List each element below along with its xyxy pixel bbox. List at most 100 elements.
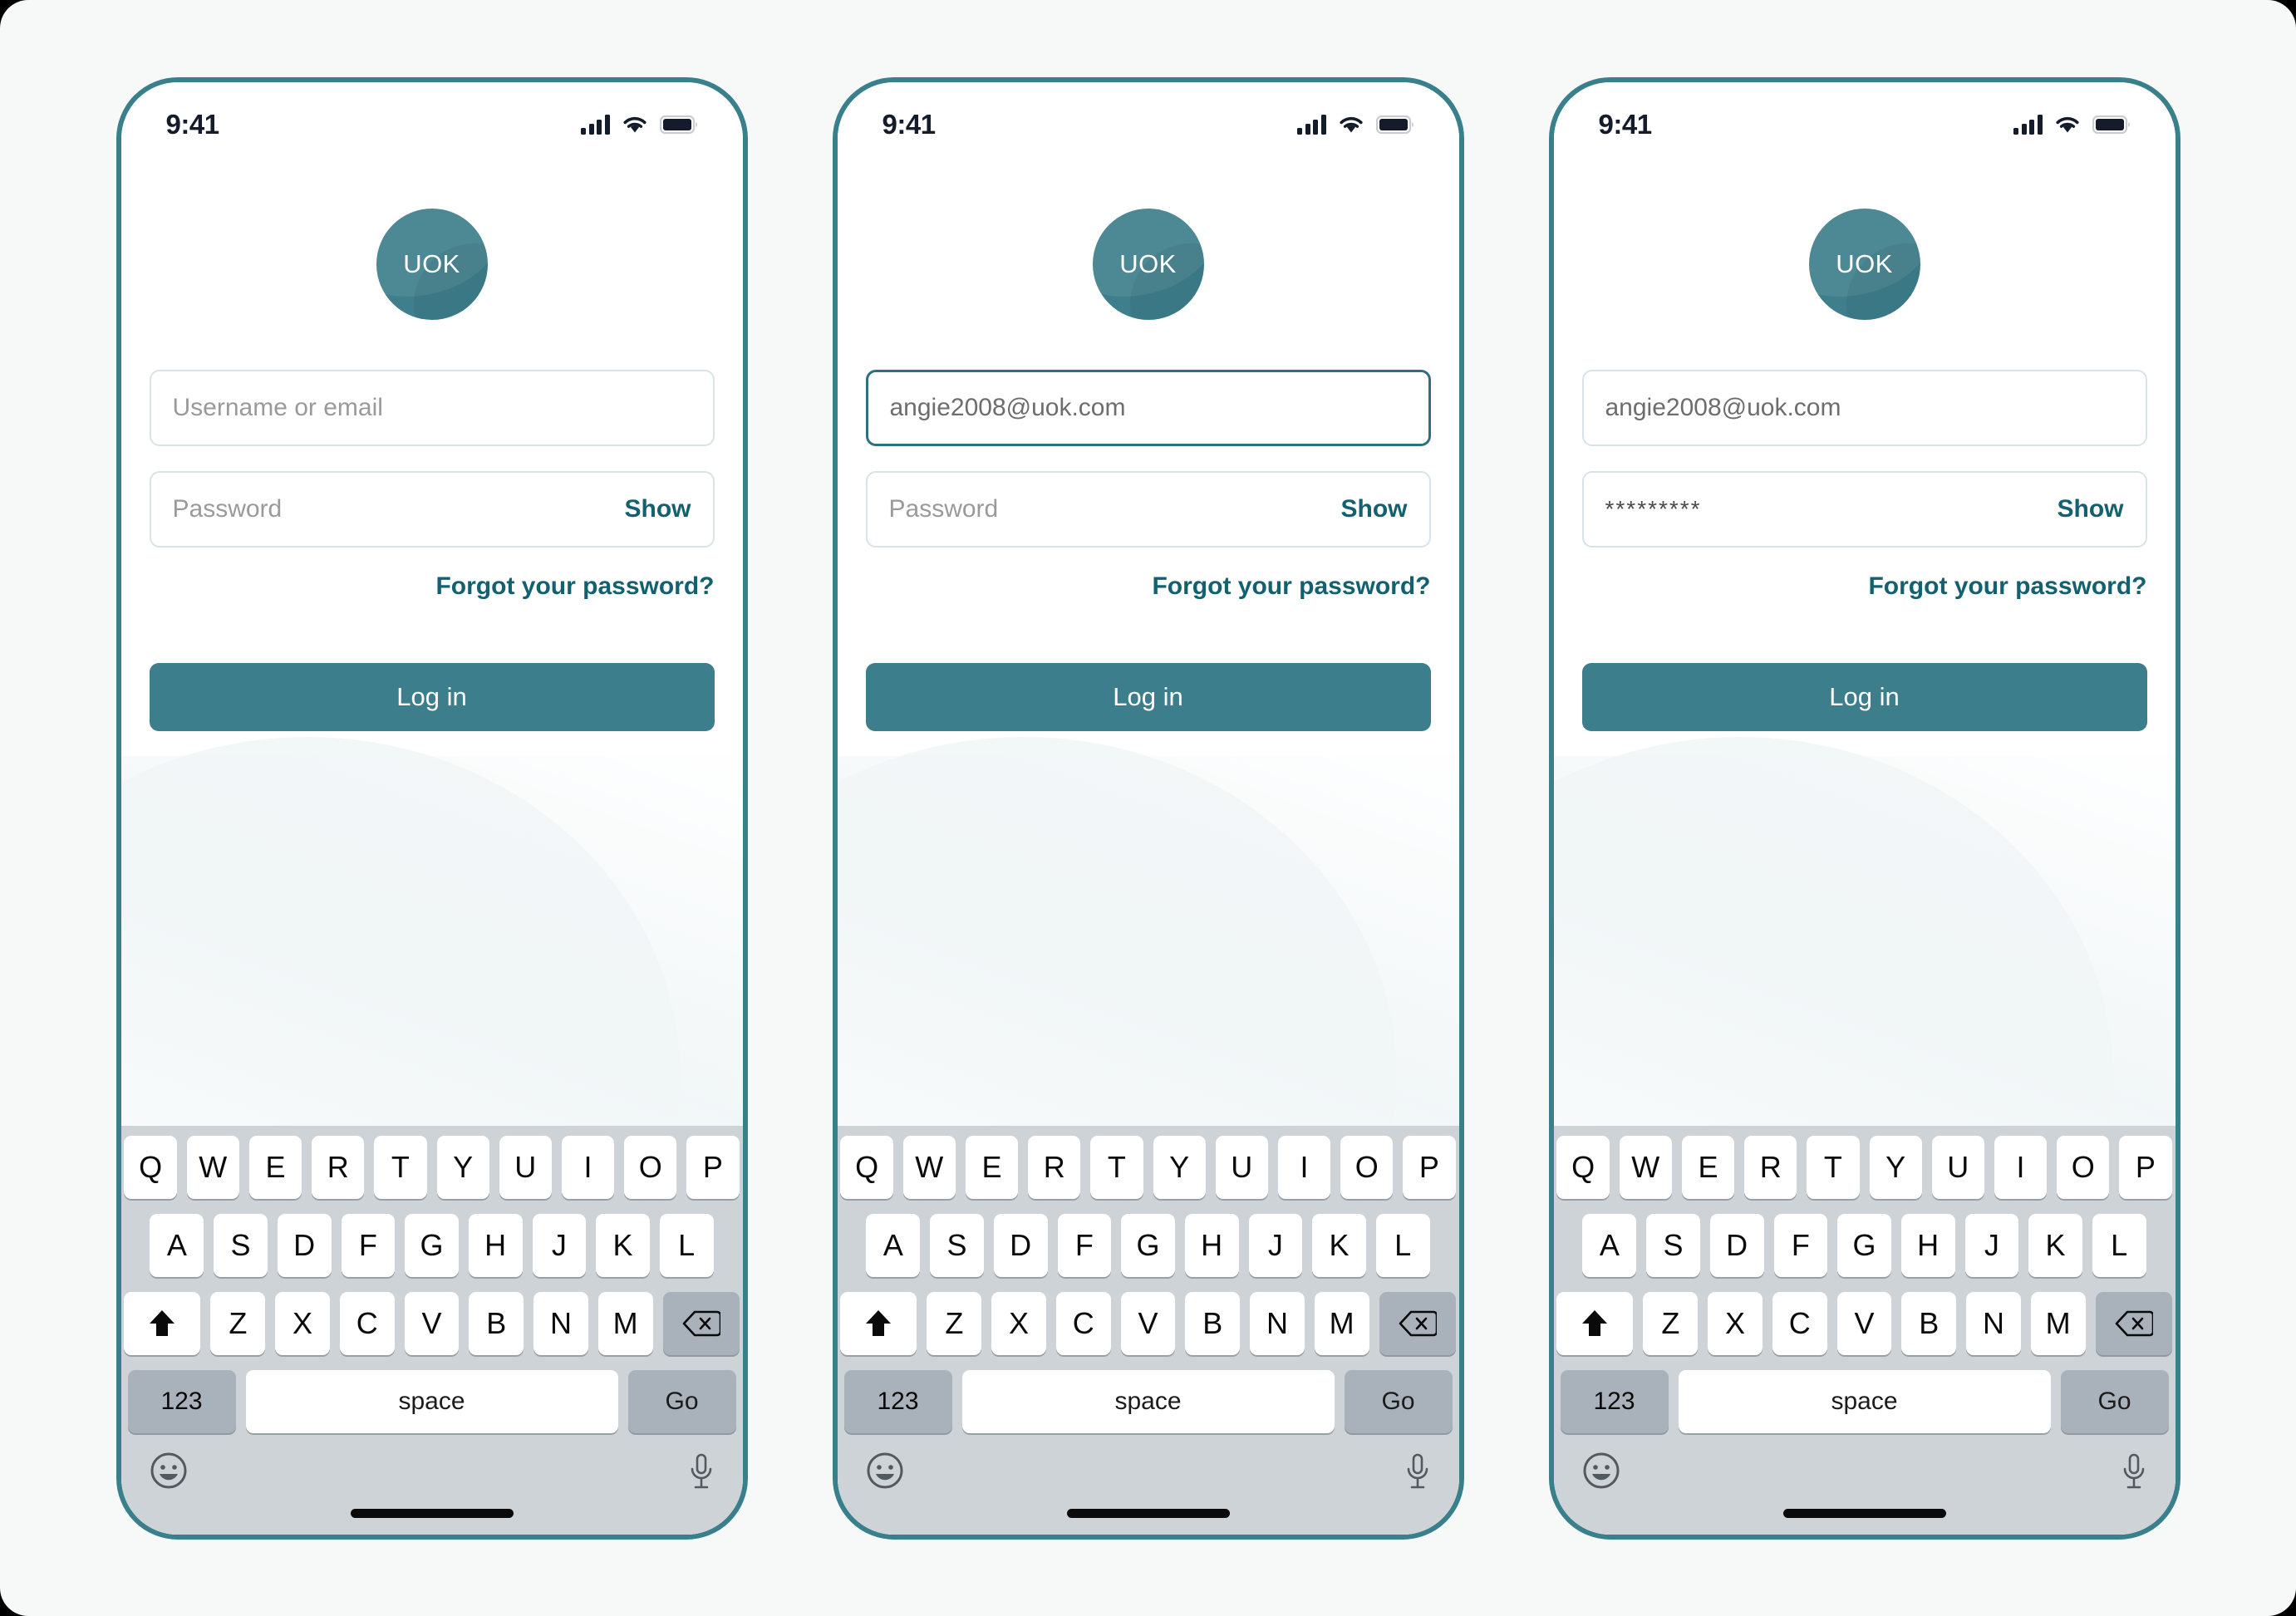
key-r[interactable]: R — [312, 1135, 365, 1199]
key-v[interactable]: V — [1836, 1291, 1892, 1355]
key-f[interactable]: F — [341, 1213, 396, 1277]
shift-key[interactable] — [124, 1291, 201, 1355]
key-u[interactable]: U — [499, 1135, 552, 1199]
key-c[interactable]: C — [1772, 1291, 1827, 1355]
key-t[interactable]: T — [1090, 1135, 1143, 1199]
key-b[interactable]: B — [1901, 1291, 1957, 1355]
key-m[interactable]: M — [597, 1291, 653, 1355]
key-t[interactable]: T — [1807, 1135, 1860, 1199]
username-field[interactable]: angie2008@uok.com — [865, 369, 1431, 446]
key-h[interactable]: H — [1184, 1213, 1239, 1277]
numbers-key[interactable]: 123 — [843, 1369, 952, 1433]
login-button[interactable]: Log in — [865, 662, 1431, 731]
emoji-icon[interactable] — [1582, 1451, 1620, 1490]
emoji-icon[interactable] — [150, 1451, 188, 1490]
key-i[interactable]: I — [1994, 1135, 2048, 1199]
key-k[interactable]: K — [596, 1213, 650, 1277]
key-a[interactable]: A — [866, 1213, 921, 1277]
emoji-icon[interactable] — [866, 1451, 904, 1490]
key-j[interactable]: J — [1248, 1213, 1303, 1277]
key-u[interactable]: U — [1215, 1135, 1268, 1199]
shift-key[interactable] — [840, 1291, 917, 1355]
key-n[interactable]: N — [1966, 1291, 2021, 1355]
key-c[interactable]: C — [339, 1291, 395, 1355]
shift-key[interactable] — [1556, 1291, 1634, 1355]
key-b[interactable]: B — [1185, 1291, 1241, 1355]
username-field[interactable]: Username or email — [149, 369, 715, 446]
key-v[interactable]: V — [1120, 1291, 1176, 1355]
key-a[interactable]: A — [150, 1213, 204, 1277]
key-w[interactable]: W — [186, 1135, 239, 1199]
backspace-key[interactable] — [662, 1291, 740, 1355]
key-d[interactable]: D — [277, 1213, 332, 1277]
forgot-password-link[interactable]: Forgot your password? — [435, 572, 714, 600]
username-field[interactable]: angie2008@uok.com — [1581, 369, 2147, 446]
show-password-button[interactable]: Show — [1341, 495, 1408, 523]
key-j[interactable]: J — [1964, 1213, 2019, 1277]
key-e[interactable]: E — [248, 1135, 302, 1199]
key-l[interactable]: L — [2092, 1213, 2146, 1277]
key-q[interactable]: Q — [1556, 1135, 1610, 1199]
key-r[interactable]: R — [1744, 1135, 1797, 1199]
key-d[interactable]: D — [993, 1213, 1048, 1277]
key-x[interactable]: X — [275, 1291, 330, 1355]
space-key[interactable]: space — [1678, 1369, 2051, 1433]
backspace-key[interactable] — [2095, 1291, 2172, 1355]
key-j[interactable]: J — [532, 1213, 587, 1277]
key-y[interactable]: Y — [436, 1135, 489, 1199]
key-m[interactable]: M — [2030, 1291, 2086, 1355]
show-password-button[interactable]: Show — [625, 495, 691, 523]
key-z[interactable]: Z — [927, 1291, 982, 1355]
key-e[interactable]: E — [1681, 1135, 1735, 1199]
go-key[interactable]: Go — [1344, 1369, 1453, 1433]
password-field[interactable]: ********* Show — [1581, 470, 2147, 548]
key-y[interactable]: Y — [1153, 1135, 1206, 1199]
login-button[interactable]: Log in — [1581, 662, 2147, 731]
key-z[interactable]: Z — [1643, 1291, 1699, 1355]
space-key[interactable]: space — [961, 1369, 1335, 1433]
key-f[interactable]: F — [1057, 1213, 1112, 1277]
key-p[interactable]: P — [686, 1135, 740, 1199]
key-m[interactable]: M — [1314, 1291, 1369, 1355]
key-o[interactable]: O — [2057, 1135, 2110, 1199]
key-g[interactable]: G — [1121, 1213, 1175, 1277]
microphone-icon[interactable] — [2121, 1451, 2147, 1491]
key-k[interactable]: K — [2028, 1213, 2082, 1277]
key-p[interactable]: P — [2119, 1135, 2172, 1199]
key-d[interactable]: D — [1709, 1213, 1764, 1277]
go-key[interactable]: Go — [2060, 1369, 2169, 1433]
key-q[interactable]: Q — [124, 1135, 177, 1199]
microphone-icon[interactable] — [1404, 1451, 1431, 1491]
microphone-icon[interactable] — [688, 1451, 715, 1491]
key-h[interactable]: H — [1900, 1213, 1955, 1277]
key-c[interactable]: C — [1055, 1291, 1111, 1355]
key-o[interactable]: O — [1340, 1135, 1394, 1199]
key-s[interactable]: S — [930, 1213, 984, 1277]
key-l[interactable]: L — [659, 1213, 714, 1277]
key-z[interactable]: Z — [210, 1291, 266, 1355]
numbers-key[interactable]: 123 — [127, 1369, 236, 1433]
key-l[interactable]: L — [1375, 1213, 1430, 1277]
login-button[interactable]: Log in — [149, 662, 715, 731]
key-x[interactable]: X — [1708, 1291, 1763, 1355]
key-g[interactable]: G — [1837, 1213, 1891, 1277]
key-a[interactable]: A — [1582, 1213, 1637, 1277]
space-key[interactable]: space — [245, 1369, 618, 1433]
key-w[interactable]: W — [902, 1135, 956, 1199]
key-n[interactable]: N — [533, 1291, 588, 1355]
show-password-button[interactable]: Show — [2058, 495, 2124, 523]
key-x[interactable]: X — [991, 1291, 1046, 1355]
key-n[interactable]: N — [1250, 1291, 1305, 1355]
key-r[interactable]: R — [1028, 1135, 1081, 1199]
key-b[interactable]: B — [469, 1291, 524, 1355]
key-e[interactable]: E — [965, 1135, 1019, 1199]
forgot-password-link[interactable]: Forgot your password? — [1868, 572, 2146, 600]
numbers-key[interactable]: 123 — [1560, 1369, 1669, 1433]
key-s[interactable]: S — [214, 1213, 268, 1277]
backspace-key[interactable] — [1379, 1291, 1456, 1355]
key-u[interactable]: U — [1931, 1135, 1984, 1199]
forgot-password-link[interactable]: Forgot your password? — [1152, 572, 1430, 600]
key-s[interactable]: S — [1646, 1213, 1700, 1277]
key-p[interactable]: P — [1403, 1135, 1456, 1199]
go-key[interactable]: Go — [627, 1369, 736, 1433]
